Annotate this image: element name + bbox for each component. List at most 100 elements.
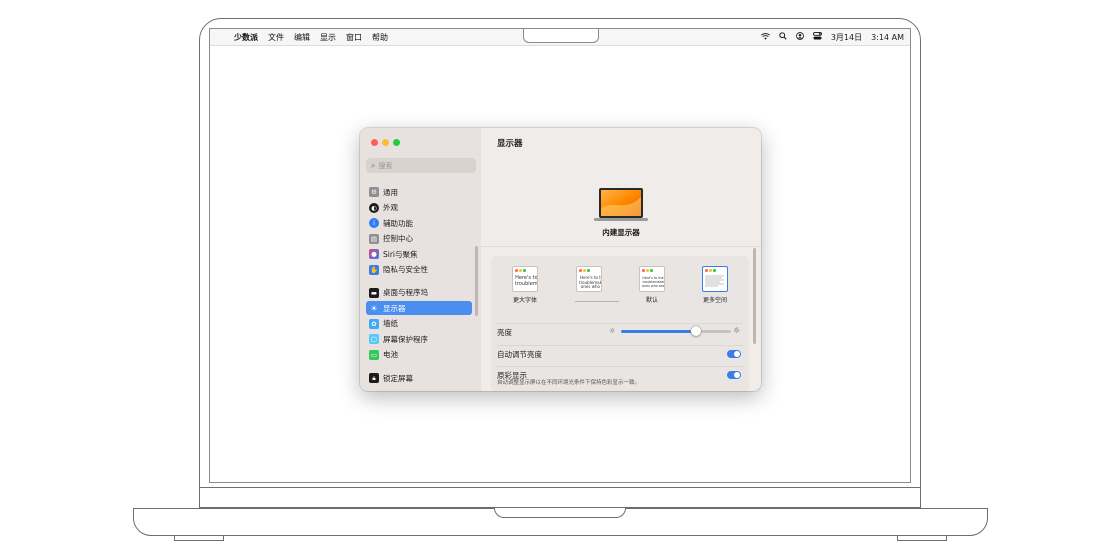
display-name: 内建显示器 [602,228,640,237]
menu-view[interactable]: 显示 [320,32,336,43]
menu-date[interactable]: 3月14日 [831,32,862,43]
resolution-thumbnail: Here's to the c troublemakers ones who see… [639,266,665,292]
screensaver-icon: ▢ [369,334,379,344]
content-scrollbar[interactable] [753,248,756,344]
brightness-row: 亮度 ☼ ☼ [497,323,743,340]
menu-bar-status: 3月14日 3:14 AM [752,29,904,45]
settings-content: 显示器 内建显示器 Here's to troublem 更大字体 Here's… [481,128,761,391]
hand-icon: ✋ [369,264,379,275]
sidebar-item-privacy[interactable]: ✋ 隐私与安全性 [366,263,466,277]
laptop-screen: 少数派 文件 编辑 显示 窗口 帮助 3月14日 3:14 AM ⌕ 搜索 ⚙ … [209,28,911,483]
sidebar-item-label: 电池 [383,350,398,359]
sidebar-item-label: 隐私与安全性 [383,265,428,274]
auto-brightness-row: 自动调节亮度 [497,345,743,362]
control-center-icon[interactable] [812,32,822,42]
close-button[interactable] [371,139,378,146]
sidebar-item-battery[interactable]: ▭ 电池 [366,348,466,362]
true-tone-description: 自动调整显示屏以在不同环境光条件下保持色彩显示一致。 [497,380,641,386]
sidebar-item-siri[interactable]: ● Siri与聚焦 [366,247,466,261]
auto-brightness-toggle[interactable] [727,350,741,358]
page-title: 显示器 [497,139,523,149]
resolution-option-larger-text[interactable]: Here's to troublem 更大字体 [505,266,545,304]
resolution-option-more-space[interactable]: 更多空间 [695,266,735,304]
minimize-button[interactable] [382,139,389,146]
laptop-foot-right [897,535,947,541]
sidebar-item-label: Siri与聚焦 [383,249,418,259]
sidebar-item-label: 桌面与程序坞 [383,288,428,297]
settings-sidebar: ⌕ 搜索 ⚙ 通用 ◐ 外观 i 辅助功能 ▤ 控制中心 ● Siri与聚焦 ✋… [360,128,482,391]
search-placeholder: 搜索 [378,161,393,170]
dense-text-lines [705,275,724,287]
zoom-button[interactable] [393,139,400,146]
control-center-icon: ▤ [369,233,379,244]
camera-notch [523,29,599,43]
resolution-thumbnail: Here's to t troublemak ones who [576,266,602,292]
resolution-thumbnail: Here's to troublem [512,266,538,292]
search-icon[interactable] [779,32,787,42]
laptop-thumb-notch [494,508,626,518]
brightness-slider-knob[interactable] [690,326,701,336]
thumbnail-sample-text: Here's to the c troublemakers ones who see… [642,276,665,288]
laptop-hinge [199,488,921,508]
resolution-option-default[interactable]: Here's to the c troublemakers ones who see… [632,266,672,304]
resolution-label: 默认 [645,297,658,304]
sidebar-item-label: 控制中心 [383,234,413,243]
sidebar-item-accessibility[interactable]: i 辅助功能 [366,216,466,230]
gear-icon: ⚙ [369,187,379,197]
true-tone-toggle[interactable] [727,371,741,379]
thumbnail-sample-text: Here's to troublem [515,275,538,287]
sidebar-item-screensaver[interactable]: ▢ 屏幕保护程序 [366,332,466,346]
divider [481,246,761,247]
menu-app-name[interactable]: 少数派 [234,32,258,43]
sidebar-item-control-center[interactable]: ▤ 控制中心 [366,232,466,246]
laptop-foot-left [174,535,224,541]
battery-icon: ▭ [369,349,379,360]
search-icon: ⌕ [371,160,376,170]
resolution-option-2[interactable]: Here's to t troublemak ones who [569,266,609,295]
sun-icon: ☀ [370,303,378,313]
window-traffic-lights [371,139,404,146]
resolution-label: 更多空间 [702,297,727,304]
brightness-slider[interactable] [621,326,731,336]
sidebar-item-appearance[interactable]: ◐ 外观 [366,201,466,215]
resolution-thumbnail [702,266,728,292]
brightness-slider-fill [621,330,696,333]
wifi-icon[interactable] [760,32,770,42]
sidebar-item-label: 显示器 [383,303,406,313]
sidebar-item-label: 外观 [383,203,398,212]
appearance-icon: ◐ [369,202,379,213]
sidebar-item-label: 屏幕保护程序 [383,334,428,344]
resolution-track-line [575,301,619,302]
brightness-label: 亮度 [497,327,512,337]
sidebar-item-general[interactable]: ⚙ 通用 [366,185,466,199]
resolution-label: 更大字体 [512,297,537,304]
menu-time[interactable]: 3:14 AM [871,33,904,42]
thumbnail-sample-text: Here's to t troublemak ones who [579,275,602,289]
sidebar-item-label: 辅助功能 [383,218,413,228]
menu-window[interactable]: 窗口 [346,32,362,43]
sun-large-icon: ☼ [733,326,741,335]
menu-edit[interactable]: 编辑 [294,32,310,43]
macbook-display-icon [594,188,648,221]
sidebar-search-input[interactable]: ⌕ 搜索 [366,158,476,173]
accessibility-icon: i [369,218,379,228]
sidebar-item-desktop-dock[interactable]: ▬ 桌面与程序坞 [366,286,466,300]
auto-brightness-label: 自动调节亮度 [497,349,542,359]
display-settings-panel: Here's to troublem 更大字体 Here's to t troubl… [491,256,749,391]
sidebar-item-wallpaper[interactable]: ✿ 墙纸 [366,317,466,331]
dock-icon: ▬ [369,287,379,298]
menu-file[interactable]: 文件 [268,32,284,43]
sidebar-item-displays[interactable]: ☀ 显示器 [366,301,472,315]
sun-small-icon: ☼ [609,327,616,335]
user-icon[interactable] [795,32,804,42]
settings-window: ⌕ 搜索 ⚙ 通用 ◐ 外观 i 辅助功能 ▤ 控制中心 ● Siri与聚焦 ✋… [360,128,761,391]
flower-icon: ✿ [369,318,379,329]
sidebar-item-label: 墙纸 [383,319,398,328]
menu-help[interactable]: 帮助 [372,32,388,43]
sidebar-item-label: 锁定屏幕 [383,373,413,383]
sidebar-item-lock-screen[interactable]: 🔒︎ 锁定屏幕 [366,371,466,385]
lock-icon: 🔒︎ [369,373,379,383]
siri-icon: ● [369,249,379,259]
sidebar-scrollbar[interactable] [475,246,478,316]
sidebar-item-label: 通用 [383,187,398,197]
